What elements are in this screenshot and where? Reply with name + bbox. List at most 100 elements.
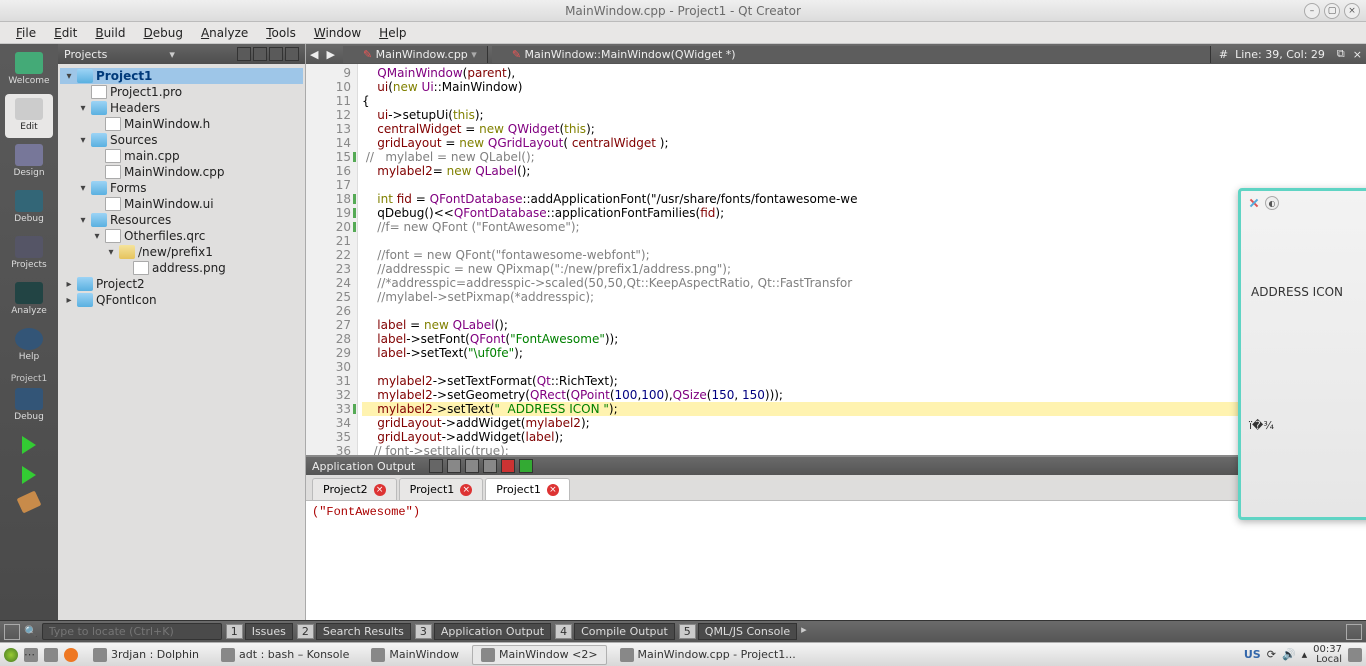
symbol-crumb[interactable]: ✎ MainWindow::MainWindow(QWidget *) <box>492 46 1211 63</box>
close-icon[interactable]: × <box>460 484 472 496</box>
output-title: Application Output <box>312 460 415 473</box>
search-icon: 🔍 <box>24 625 38 638</box>
output-tab[interactable]: Project2× <box>312 478 397 500</box>
editor-close-button[interactable]: × <box>1349 48 1366 61</box>
projects-sync-button[interactable] <box>253 47 267 61</box>
projects-title: Projects <box>64 48 107 61</box>
taskbar-item[interactable]: MainWindow <box>362 645 468 665</box>
locator-toggle-button[interactable] <box>4 624 20 640</box>
activity-debug[interactable]: Debug <box>5 186 53 230</box>
locator-pane-3[interactable]: 3Application Output <box>415 623 551 640</box>
output-next-button[interactable] <box>465 459 479 473</box>
tree-node[interactable]: ▾Sources <box>60 132 303 148</box>
close-icon[interactable]: × <box>547 484 559 496</box>
menu-bar: File Edit Build Debug Analyze Tools Wind… <box>0 22 1366 44</box>
tree-node[interactable]: ▾/new/prefix1 <box>60 244 303 260</box>
close-icon[interactable]: × <box>374 484 386 496</box>
tree-node[interactable]: ▾Forms <box>60 180 303 196</box>
window-close-button[interactable]: × <box>1344 3 1360 19</box>
preview-app-icon <box>1247 196 1261 210</box>
locator-pane-2[interactable]: 2Search Results <box>297 623 411 640</box>
window-minimize-button[interactable]: – <box>1304 3 1320 19</box>
menu-tools[interactable]: Tools <box>258 24 304 42</box>
volume-icon[interactable]: 🔊 <box>1282 648 1296 661</box>
locator-pane-4[interactable]: 4Compile Output <box>555 623 675 640</box>
menu-analyze[interactable]: Analyze <box>193 24 256 42</box>
debug-run-button[interactable] <box>22 460 36 490</box>
activity-design[interactable]: Design <box>5 140 53 184</box>
taskbar-item[interactable]: MainWindow.cpp - Project1... <box>611 645 805 665</box>
projects-split-button[interactable] <box>269 47 283 61</box>
menu-edit[interactable]: Edit <box>46 24 85 42</box>
editor-split-button[interactable]: ⧉ <box>1333 47 1349 61</box>
progress-indicator <box>1346 624 1362 640</box>
projects-header: Projects ▾ <box>58 44 305 64</box>
preview-pin-button[interactable]: ◐ <box>1265 196 1279 210</box>
desktop-pager[interactable] <box>1348 648 1362 662</box>
output-body[interactable]: ("FontAwesome") <box>306 501 1366 620</box>
clock[interactable]: 00:37Local <box>1313 645 1342 665</box>
menu-file[interactable]: File <box>8 24 44 42</box>
activity-analyze[interactable]: Analyze <box>5 278 53 322</box>
activity-bar: Welcome Edit Design Debug Projects Analy… <box>0 44 58 620</box>
tree-node[interactable]: ▾Resources <box>60 212 303 228</box>
locator-pane-5[interactable]: 5QML/JS Console <box>679 623 797 640</box>
output-tabs: Project2×Project1×Project1× <box>306 475 1366 501</box>
activities-button[interactable]: ⋯ <box>24 648 38 662</box>
tree-node[interactable]: ▸QFontIcon <box>60 292 303 308</box>
tree-node[interactable]: address.png <box>60 260 303 276</box>
output-attach-button[interactable] <box>519 459 533 473</box>
activity-edit[interactable]: Edit <box>5 94 53 138</box>
window-titlebar: MainWindow.cpp - Project1 - Qt Creator –… <box>0 0 1366 22</box>
updates-icon[interactable]: ⟳ <box>1267 648 1276 661</box>
tray-expand-icon[interactable]: ▴ <box>1302 648 1308 661</box>
activity-projects[interactable]: Projects <box>5 232 53 276</box>
activity-help[interactable]: Help <box>5 324 53 368</box>
menu-debug[interactable]: Debug <box>135 24 190 42</box>
output-rerun-button[interactable] <box>429 459 443 473</box>
tree-node[interactable]: ▾Headers <box>60 100 303 116</box>
output-stop-button[interactable] <box>501 459 515 473</box>
menu-window[interactable]: Window <box>306 24 369 42</box>
locator-pane-1[interactable]: 1Issues <box>226 623 293 640</box>
projects-filter-button[interactable] <box>237 47 251 61</box>
projects-close-button[interactable] <box>285 47 299 61</box>
output-tab[interactable]: Project1× <box>399 478 484 500</box>
code-editor[interactable]: 9101112131415161718192021222324252627282… <box>306 64 1366 455</box>
build-button[interactable] <box>19 490 39 514</box>
window-title: MainWindow.cpp - Project1 - Qt Creator <box>565 4 801 18</box>
projects-tree[interactable]: ▾Project1 Project1.pro▾Headers MainWindo… <box>58 64 305 312</box>
output-tab[interactable]: Project1× <box>485 478 570 500</box>
start-button[interactable] <box>4 648 18 662</box>
tree-node[interactable]: MainWindow.cpp <box>60 164 303 180</box>
menu-help[interactable]: Help <box>371 24 414 42</box>
file-crumb[interactable]: ✎ MainWindow.cpp ▾ <box>343 46 488 63</box>
tree-node[interactable]: Project1.pro <box>60 84 303 100</box>
taskbar-item[interactable]: 3rdjan : Dolphin <box>84 645 208 665</box>
nav-fwd-button[interactable]: ▶ <box>322 48 338 61</box>
locator-bar: 🔍 1Issues2Search Results3Application Out… <box>0 620 1366 642</box>
taskbar-item[interactable]: adt : bash – Konsole <box>212 645 358 665</box>
taskbar-item[interactable]: MainWindow <2> <box>472 645 607 665</box>
firefox-icon[interactable] <box>64 648 78 662</box>
tree-node[interactable]: MainWindow.ui <box>60 196 303 212</box>
nav-back-button[interactable]: ◀ <box>306 48 322 61</box>
tree-node[interactable]: ▾Otherfiles.qrc <box>60 228 303 244</box>
target-selector[interactable]: Debug <box>5 384 53 428</box>
projects-panel: Projects ▾ ▾Project1 Project1.pro▾Header… <box>58 44 306 620</box>
output-play-button[interactable] <box>483 459 497 473</box>
keyboard-indicator[interactable]: US <box>1244 648 1261 661</box>
tree-node[interactable]: ▾Project1 <box>60 68 303 84</box>
window-maximize-button[interactable]: ▢ <box>1324 3 1340 19</box>
output-prev-button[interactable] <box>447 459 461 473</box>
run-button[interactable] <box>22 430 36 460</box>
tree-node[interactable]: main.cpp <box>60 148 303 164</box>
show-desktop-button[interactable] <box>44 648 58 662</box>
preview-glyph: ï�¾ <box>1249 419 1366 432</box>
activity-welcome[interactable]: Welcome <box>5 48 53 92</box>
preview-window[interactable]: ◐ MainWindow <2> ▾ ▴ × ADDRESS ICON ï�¾ <box>1238 188 1366 520</box>
tree-node[interactable]: ▸Project2 <box>60 276 303 292</box>
menu-build[interactable]: Build <box>87 24 133 42</box>
tree-node[interactable]: MainWindow.h <box>60 116 303 132</box>
locator-input[interactable] <box>42 623 222 640</box>
